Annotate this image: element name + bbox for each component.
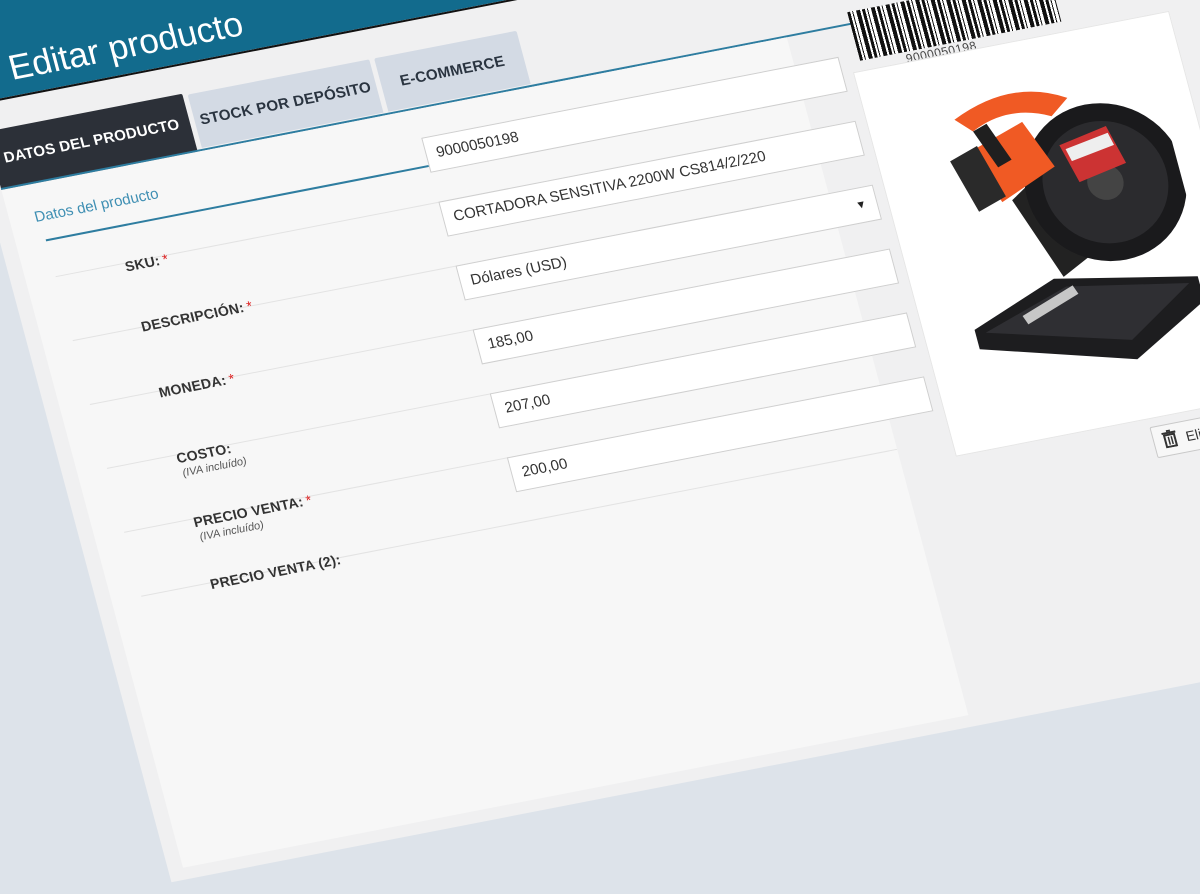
product-image	[950, 91, 1200, 360]
content-area: DATOS DEL PRODUCTO STOCK POR DEPÓSITO E-…	[0, 0, 1200, 883]
chevron-down-icon[interactable]: ▼	[851, 188, 871, 223]
trash-icon	[1161, 429, 1179, 449]
tab-bar: DATOS DEL PRODUCTO STOCK POR DEPÓSITO E-…	[0, 30, 531, 190]
delete-button-label: Eliminar	[1183, 419, 1200, 445]
edit-product-screen: Editar producto DATOS DEL PRODUCTO STOCK…	[0, 0, 1200, 883]
